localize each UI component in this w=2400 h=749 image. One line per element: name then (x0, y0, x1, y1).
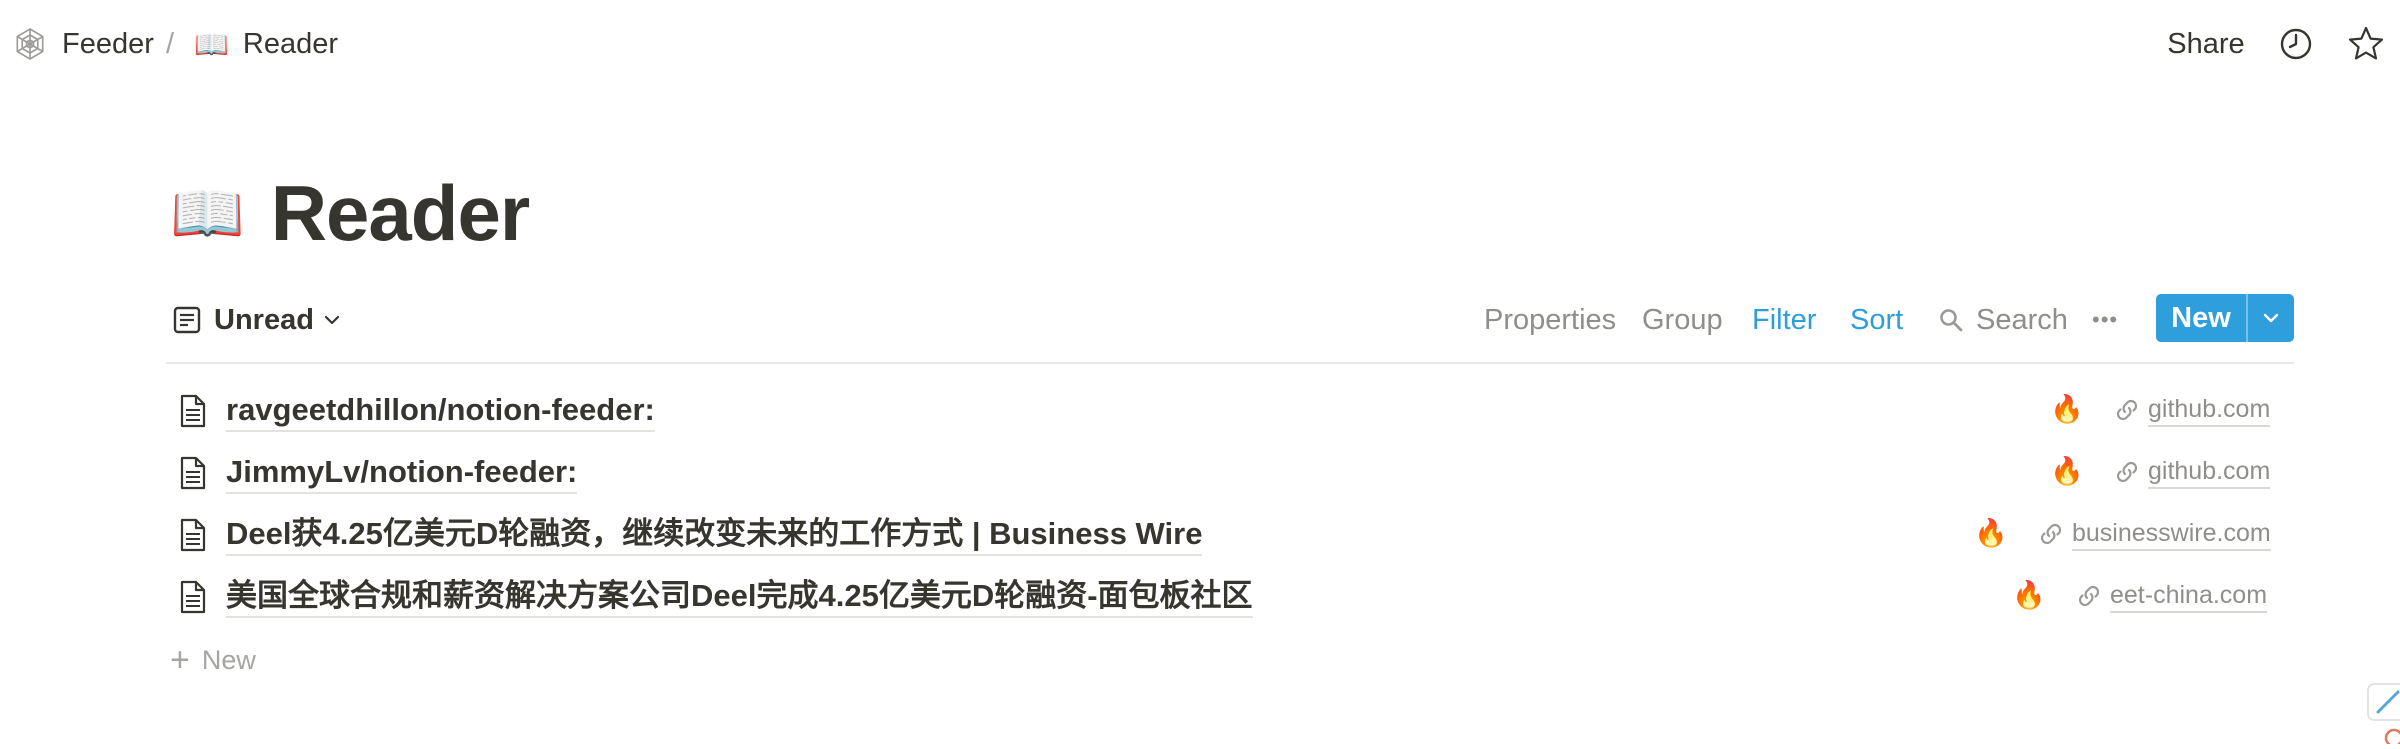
item-url[interactable]: github.com (2114, 452, 2271, 492)
link-icon (2078, 585, 2100, 607)
plus-icon: + (170, 641, 190, 679)
spider-web-icon (16, 28, 44, 60)
item-url[interactable]: businesswire.com (2038, 514, 2271, 554)
link-icon (2040, 523, 2062, 545)
page-icon-book[interactable]: 📖 (170, 178, 245, 249)
add-new-row-button[interactable]: + New (170, 640, 256, 680)
link-icon (2116, 399, 2138, 421)
search-label: Search (1976, 303, 2068, 336)
item-domain: github.com (2148, 455, 2271, 489)
page-icon (180, 580, 206, 614)
book-icon: 📖 (194, 27, 229, 61)
breadcrumb-page[interactable]: 📖 Reader (194, 20, 338, 68)
page-title-text[interactable]: Reader (271, 168, 530, 259)
search-button[interactable]: Search (1938, 294, 2068, 346)
item-domain: github.com (2148, 393, 2271, 427)
top-bar: Feeder / 📖 Reader Share (0, 0, 2400, 88)
search-icon (1940, 309, 1963, 332)
page-title: 📖 Reader (170, 158, 530, 268)
list-item[interactable]: 美国全球合规和薪资解决方案公司Deel完成4.25亿美元D轮融资-面包板社区 🔥… (166, 566, 2294, 628)
page-icon (180, 394, 206, 428)
floating-edit-icon[interactable] (2364, 680, 2400, 748)
list-item[interactable]: Deel获4.25亿美元D轮融资，继续改变未来的工作方式 | Business … (166, 504, 2294, 566)
new-record-button[interactable]: New (2156, 294, 2248, 342)
star-icon (2348, 26, 2384, 60)
favorite-button[interactable] (2344, 20, 2388, 68)
more-options-button[interactable]: ••• (2092, 294, 2118, 346)
list-view-icon (173, 306, 201, 334)
fire-icon: 🔥 (1974, 518, 2008, 549)
list-item[interactable]: ravgeetdhillon/notion-feeder: 🔥 github.c… (166, 380, 2294, 442)
fire-icon: 🔥 (2050, 394, 2084, 425)
breadcrumb-page-label: Reader (242, 27, 338, 60)
view-selector[interactable]: Unread (172, 294, 342, 346)
history-button[interactable] (2276, 20, 2316, 68)
item-url[interactable]: eet-china.com (2076, 576, 2268, 616)
properties-button[interactable]: Properties (1484, 294, 1616, 346)
breadcrumb-workspace-label: Feeder (62, 27, 154, 60)
add-new-label: New (201, 644, 256, 675)
breadcrumb-separator: / (166, 27, 175, 60)
item-title[interactable]: ravgeetdhillon/notion-feeder: (226, 390, 655, 432)
fire-icon: 🔥 (2050, 456, 2084, 487)
item-title[interactable]: 美国全球合规和薪资解决方案公司Deel完成4.25亿美元D轮融资-面包板社区 (226, 576, 1253, 618)
fire-icon: 🔥 (2012, 580, 2046, 611)
database-view-bar: Unread Properties Group Filter Sort Sear… (166, 286, 2294, 364)
share-button[interactable]: Share (2158, 20, 2254, 68)
page-icon (180, 518, 206, 552)
clock-icon (2280, 28, 2312, 60)
group-button[interactable]: Group (1642, 294, 1723, 346)
list-item[interactable]: JimmyLv/notion-feeder: 🔥 github.com (166, 442, 2294, 504)
filter-button[interactable]: Filter (1752, 294, 1816, 346)
link-icon (2116, 461, 2138, 483)
item-domain: eet-china.com (2110, 579, 2268, 613)
new-record-button-group: New (2156, 294, 2294, 342)
sort-button[interactable]: Sort (1850, 294, 1903, 346)
new-record-dropdown[interactable] (2248, 294, 2294, 342)
chevron-down-icon (324, 315, 340, 325)
item-url[interactable]: github.com (2114, 390, 2271, 430)
item-title[interactable]: JimmyLv/notion-feeder: (226, 452, 578, 494)
page-icon (180, 456, 206, 490)
view-name: Unread (214, 303, 314, 336)
item-domain: businesswire.com (2072, 517, 2271, 551)
item-title[interactable]: Deel获4.25亿美元D轮融资，继续改变未来的工作方式 | Business … (226, 514, 1203, 556)
breadcrumb-workspace[interactable]: Feeder (12, 20, 154, 68)
chevron-down-icon (2263, 313, 2279, 323)
